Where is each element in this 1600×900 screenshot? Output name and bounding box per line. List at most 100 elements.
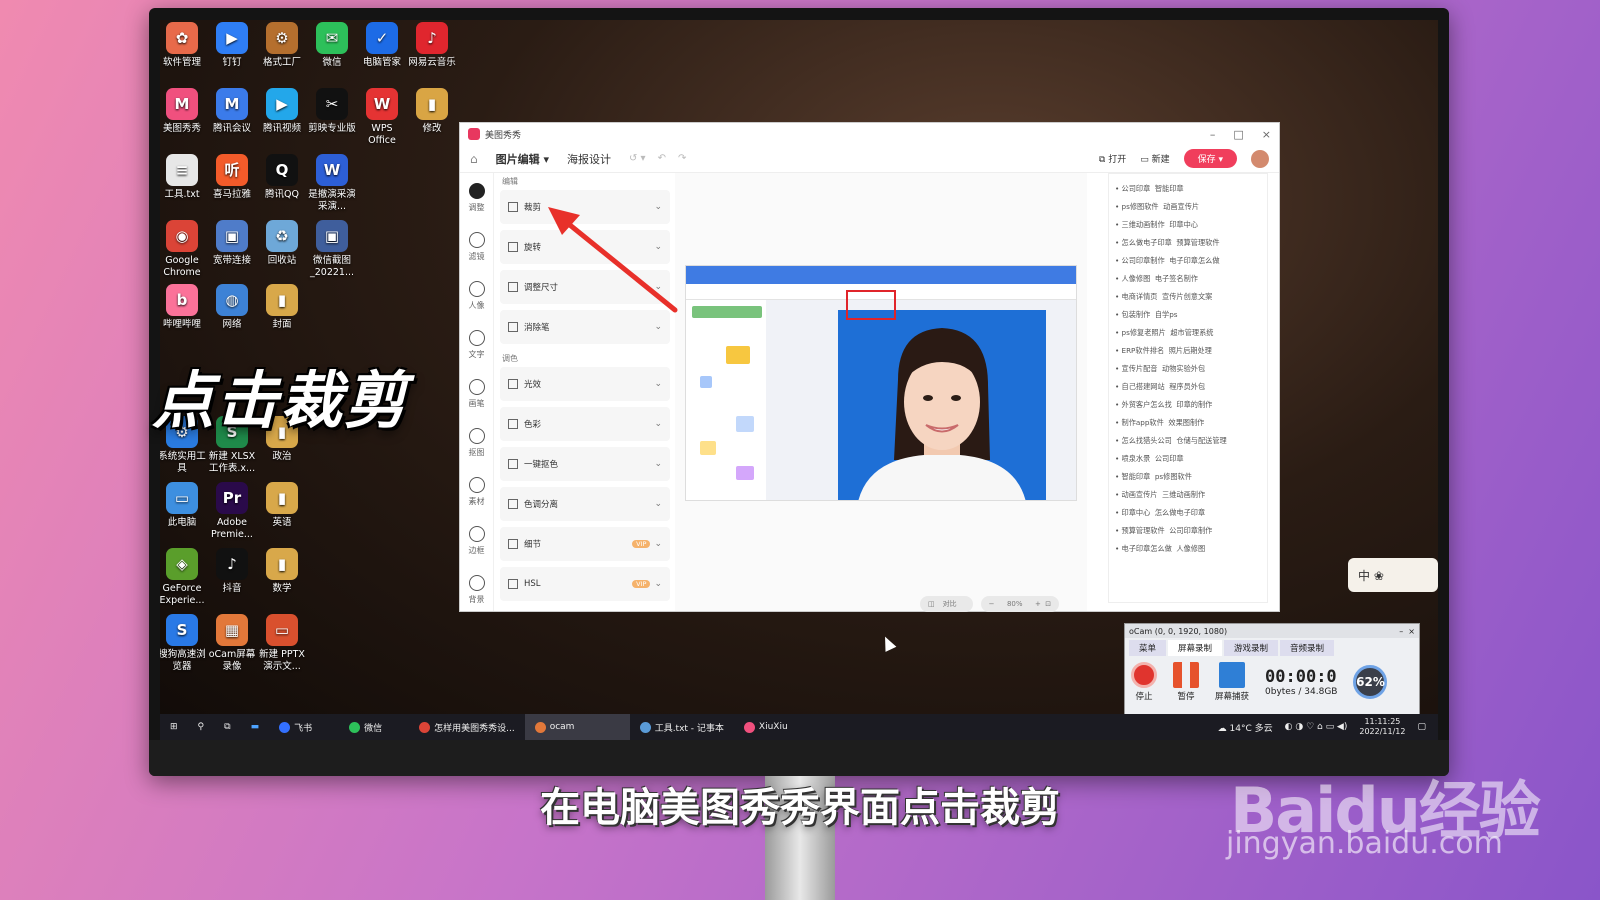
ocam-stop-button[interactable]: 停止 <box>1131 662 1157 702</box>
tool-row[interactable]: 色彩 ⌄ <box>500 407 670 441</box>
ocam-close-icon[interactable]: – × <box>1399 627 1415 636</box>
desktop-icon[interactable]: ◈ GeForce Experie... <box>160 548 207 607</box>
canvas-area[interactable]: ◫ 对比 − 80% + ⊡ <box>675 173 1087 612</box>
keyword-link[interactable]: 超市管理系统 <box>1166 328 1213 337</box>
keyword-link[interactable]: • ps修复老照片 <box>1115 328 1166 337</box>
taskbar-app[interactable]: 怎样用美图秀秀设... <box>409 714 525 740</box>
keyword-link[interactable]: 三维动画制作 <box>1157 490 1205 499</box>
keyword-link[interactable]: • 制作app软件 <box>1115 418 1164 427</box>
start-icon[interactable]: ⊞ <box>160 714 188 740</box>
keyword-link[interactable]: 印章中心 <box>1165 220 1198 229</box>
desktop-icon[interactable]: M 腾讯会议 <box>207 88 257 135</box>
desktop-icon[interactable]: ▣ 宽带连接 <box>207 220 257 267</box>
desktop-icon[interactable]: ▮ 英语 <box>257 482 307 529</box>
desktop-icon[interactable]: Q 腾讯QQ <box>257 154 307 201</box>
taskbar-app[interactable]: ocam <box>524 714 630 740</box>
ocam-tab-audio[interactable]: 音频录制 <box>1280 640 1335 656</box>
desktop-icon[interactable]: M 美图秀秀 <box>160 88 207 135</box>
keyword-link[interactable]: 仓储与配送管理 <box>1172 436 1226 445</box>
keyword-link[interactable]: 照片后期处理 <box>1164 346 1212 355</box>
keyword-link[interactable]: 宣传片创意文案 <box>1157 292 1212 301</box>
keyword-link[interactable]: 公司印章 <box>1150 454 1184 463</box>
desktop-icon[interactable]: ▮ 封面 <box>257 284 307 331</box>
tool-row[interactable]: 一键抠色 ⌄ <box>500 447 670 481</box>
keyword-link[interactable]: 怎么做电子印章 <box>1150 508 1205 517</box>
save-button[interactable]: 保存 ▾ <box>1183 149 1237 168</box>
desktop-icon[interactable]: ▶ 腾讯视频 <box>257 88 307 135</box>
task-view-icon[interactable]: ⧉ <box>214 714 240 740</box>
sidebar-item-portrait[interactable]: 人像 <box>460 271 493 320</box>
keyword-link[interactable]: 公司印章制作 <box>1165 526 1212 535</box>
keyword-link[interactable]: • 自己搭建网站 <box>1115 382 1165 391</box>
new-button[interactable]: ▭ 新建 <box>1140 152 1169 165</box>
compare-button[interactable]: ◫ 对比 <box>920 596 973 612</box>
tool-row[interactable]: 色调分离 ⌄ <box>500 487 670 521</box>
sidebar-item-cutout[interactable]: 抠图 <box>460 418 493 467</box>
ocam-pause-button[interactable]: 暂停 <box>1173 662 1199 702</box>
desktop-icon[interactable]: b 哔哩哔哩 <box>160 284 207 331</box>
sidebar-item-text[interactable]: 文字 <box>460 320 493 369</box>
desktop-icon[interactable]: ♪ 抖音 <box>207 548 257 595</box>
tray-icons[interactable]: ◐ ◑ ♡ ⌂ ▭ ◀) <box>1285 722 1348 732</box>
keyword-link[interactable]: • 怎么找猎头公司 <box>1115 436 1172 445</box>
desktop-icon[interactable]: ♻ 回收站 <box>257 220 307 267</box>
sidebar-item-sliders[interactable]: 调整 <box>460 173 493 222</box>
keyword-link[interactable]: 动画宣传片 <box>1159 202 1199 211</box>
keyword-link[interactable]: • 动画宣传片 <box>1115 490 1157 499</box>
home-icon[interactable]: ⌂ <box>470 152 478 166</box>
ocam-capture-button[interactable]: 屏幕捕获 <box>1215 662 1249 702</box>
tab-poster-design[interactable]: 海报设计 <box>567 151 611 167</box>
keyword-link[interactable]: • 包装制作 <box>1115 310 1150 319</box>
avatar[interactable] <box>1251 149 1269 168</box>
taskbar-app[interactable]: 微信 <box>339 714 409 740</box>
minimize-icon[interactable]: – <box>1210 128 1216 141</box>
desktop-icon[interactable]: Pr Adobe Premie... <box>207 482 257 541</box>
keyword-link[interactable]: • 电子印章怎么做 <box>1115 544 1172 553</box>
history-icon[interactable]: ↺ ▾ <box>629 153 646 164</box>
desktop-icon[interactable]: ✉ 微信 <box>307 22 357 69</box>
clock[interactable]: 11:11:25 2022/11/12 <box>1359 717 1405 737</box>
sidebar-item-background[interactable]: 背景 <box>460 565 493 614</box>
keyword-link[interactable]: • 怎么做电子印章 <box>1115 238 1172 247</box>
keyword-link[interactable]: • 喷泉水景 <box>1115 454 1150 463</box>
open-button[interactable]: ⧉ 打开 <box>1099 152 1126 165</box>
desktop-icon[interactable]: W WPS Office <box>357 88 407 147</box>
desktop-icon[interactable]: ▶ 钉钉 <box>207 22 257 69</box>
keyword-link[interactable]: • 宣传片配音 <box>1115 364 1157 373</box>
keyword-link[interactable]: • 外贸客户怎么找 <box>1115 400 1172 409</box>
sidebar-item-brush[interactable]: 画笔 <box>460 369 493 418</box>
desktop-icon[interactable]: ≡ 工具.txt <box>160 154 207 201</box>
tool-row[interactable]: 细节 VIP ⌄ <box>500 527 670 561</box>
keyword-link[interactable]: • 三维动画制作 <box>1115 220 1165 229</box>
keyword-link[interactable]: • 公司印章制作 <box>1115 256 1165 265</box>
ime-widget[interactable]: 中 ❀ <box>1348 558 1438 592</box>
sidebar-item-frame[interactable]: 边框 <box>460 516 493 565</box>
keyword-link[interactable]: • 智能印章 <box>1115 472 1150 481</box>
keyword-link[interactable]: • 公司印章 <box>1115 184 1150 193</box>
desktop-icon[interactable]: ▭ 新建 PPTX 演示文... <box>257 614 307 673</box>
desktop-icon[interactable]: S 搜狗高速浏览器 <box>160 614 207 673</box>
desktop-icon[interactable]: ♪ 网易云音乐 <box>407 22 457 69</box>
close-icon[interactable]: × <box>1262 128 1271 141</box>
redo-icon[interactable]: ↷ <box>678 153 686 164</box>
tool-row[interactable]: HSL VIP ⌄ <box>500 567 670 601</box>
desktop-icon[interactable]: ▦ oCam屏幕录像 <box>207 614 257 673</box>
keyword-link[interactable]: 自学ps <box>1150 310 1178 319</box>
file-explorer-icon[interactable]: ▬ <box>241 714 270 740</box>
desktop-icon[interactable]: ◍ 网络 <box>207 284 257 331</box>
keyword-link[interactable]: 程序员外包 <box>1165 382 1205 391</box>
keyword-link[interactable]: 预算管理软件 <box>1172 238 1219 247</box>
keyword-link[interactable]: • 人像修图 <box>1115 274 1150 283</box>
keyword-link[interactable]: 人像修图 <box>1172 544 1205 553</box>
weather-widget[interactable]: ☁ 14°C 多云 <box>1218 721 1273 734</box>
keyword-link[interactable]: 动物实验外包 <box>1157 364 1205 373</box>
ocam-tab-game[interactable]: 游戏录制 <box>1224 640 1279 656</box>
maximize-icon[interactable]: □ <box>1233 128 1243 141</box>
keyword-link[interactable]: 智能印章 <box>1150 184 1184 193</box>
keyword-link[interactable]: 印章的制作 <box>1172 400 1212 409</box>
desktop-icon[interactable]: ▮ 修改 <box>407 88 457 135</box>
desktop-icon[interactable]: ✂ 剪映专业版 <box>307 88 357 135</box>
desktop-icon[interactable]: ▣ 微信截图_20221... <box>307 220 357 279</box>
zoom-control[interactable]: − 80% + ⊡ <box>980 596 1060 612</box>
undo-icon[interactable]: ↶ <box>658 153 666 164</box>
